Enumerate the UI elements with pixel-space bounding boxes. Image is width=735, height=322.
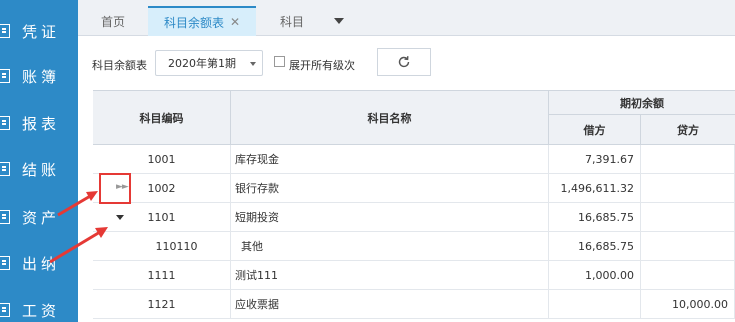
annotation-arrows <box>49 191 108 264</box>
red-arrow-line <box>57 193 93 217</box>
red-arrow-line <box>49 230 101 264</box>
